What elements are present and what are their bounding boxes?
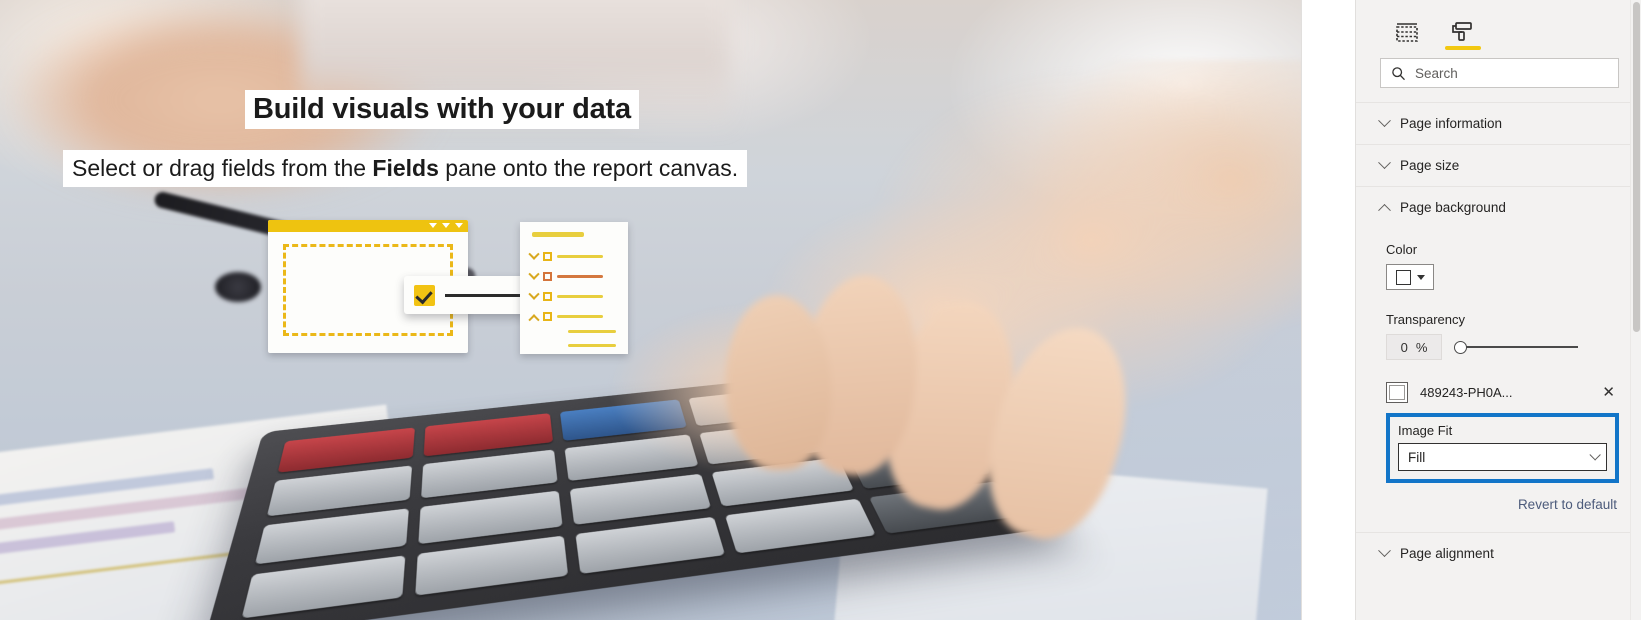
chevron-down-icon: [1378, 544, 1391, 558]
canvas-overlay-subtitle: Select or drag fields from the Fields pa…: [63, 150, 748, 187]
image-fit-dropdown[interactable]: Fill: [1398, 443, 1607, 471]
active-tab-indicator: [1445, 46, 1481, 50]
illustration-title-bar: [268, 220, 468, 232]
search-input[interactable]: Search: [1380, 58, 1619, 88]
section-page-background[interactable]: Page background: [1356, 186, 1641, 228]
format-sections: Page information Page size Page backgrou…: [1356, 102, 1641, 574]
color-label: Color: [1386, 242, 1418, 257]
build-visuals-illustration: [268, 220, 628, 360]
paint-roller-icon: [1452, 22, 1472, 41]
scrollbar-thumb[interactable]: [1633, 2, 1640, 332]
background-hand: [611, 60, 1301, 554]
image-fit-label: Image Fit: [1398, 423, 1453, 438]
section-title: Page alignment: [1400, 546, 1494, 561]
transparency-control: 0 %: [1386, 334, 1619, 360]
slider-thumb[interactable]: [1454, 340, 1467, 354]
chevron-down-icon: [1378, 114, 1391, 128]
transparency-label: Transparency: [1386, 312, 1465, 327]
slider-track: [1461, 346, 1578, 348]
power-bi-report-view: Build visuals with your data Select or d…: [0, 0, 1641, 620]
page-background-body: Color Transparency 0 % 489243-PH0A... ✕ …: [1356, 228, 1641, 532]
transparency-slider[interactable]: [1454, 339, 1578, 355]
background-color-picker[interactable]: [1386, 264, 1434, 290]
format-pane: Search Page information Page size Page b…: [1355, 0, 1641, 620]
chevron-up-icon: [1378, 203, 1391, 217]
image-fit-value: Fill: [1408, 449, 1426, 465]
color-swatch: [1395, 269, 1411, 285]
chevron-down-icon: [1378, 156, 1391, 170]
format-page-tab[interactable]: [1440, 10, 1486, 54]
section-title: Page background: [1400, 200, 1506, 215]
section-title: Page size: [1400, 158, 1460, 173]
canvas-gutter: [1301, 0, 1355, 620]
image-file-name: 489243-PH0A...: [1420, 385, 1513, 400]
background-image-row: 489243-PH0A... ✕: [1386, 382, 1619, 403]
section-page-alignment[interactable]: Page alignment: [1356, 532, 1641, 574]
image-fit-highlight: Image Fit Fill: [1386, 413, 1619, 483]
table-grid-icon: [1396, 23, 1418, 42]
canvas-overlay-title: Build visuals with your data: [245, 90, 639, 129]
section-page-size[interactable]: Page size: [1356, 144, 1641, 186]
transparency-input[interactable]: 0 %: [1386, 334, 1442, 360]
search-container: Search: [1356, 58, 1641, 88]
image-thumbnail-icon: [1386, 382, 1408, 403]
chevron-down-icon: [1589, 449, 1601, 461]
subtitle-text-bold: Fields: [372, 155, 439, 181]
search-placeholder: Search: [1415, 65, 1458, 81]
subtitle-text-after: pane onto the report canvas.: [438, 155, 739, 181]
search-icon: [1392, 66, 1405, 80]
section-page-information[interactable]: Page information: [1356, 102, 1641, 144]
section-title: Page information: [1400, 116, 1503, 131]
revert-to-default-link[interactable]: Revert to default: [1518, 497, 1617, 512]
transparency-unit: %: [1415, 339, 1428, 355]
illustration-fields-pane: [520, 222, 628, 354]
remove-image-button[interactable]: ✕: [1598, 383, 1619, 402]
background-pen-tip: [215, 272, 261, 302]
format-pane-scrollbar[interactable]: [1630, 0, 1641, 620]
report-canvas[interactable]: Build visuals with your data Select or d…: [0, 0, 1301, 620]
checkbox-checked-icon: [414, 284, 435, 306]
revert-to-default-row: Revert to default: [1386, 497, 1619, 512]
pane-tab-strip: [1356, 0, 1641, 58]
subtitle-text-before: Select or drag fields from the: [72, 155, 373, 181]
transparency-value: 0: [1400, 339, 1408, 355]
chevron-down-icon: [1416, 274, 1425, 280]
build-visual-tab[interactable]: [1384, 10, 1430, 54]
